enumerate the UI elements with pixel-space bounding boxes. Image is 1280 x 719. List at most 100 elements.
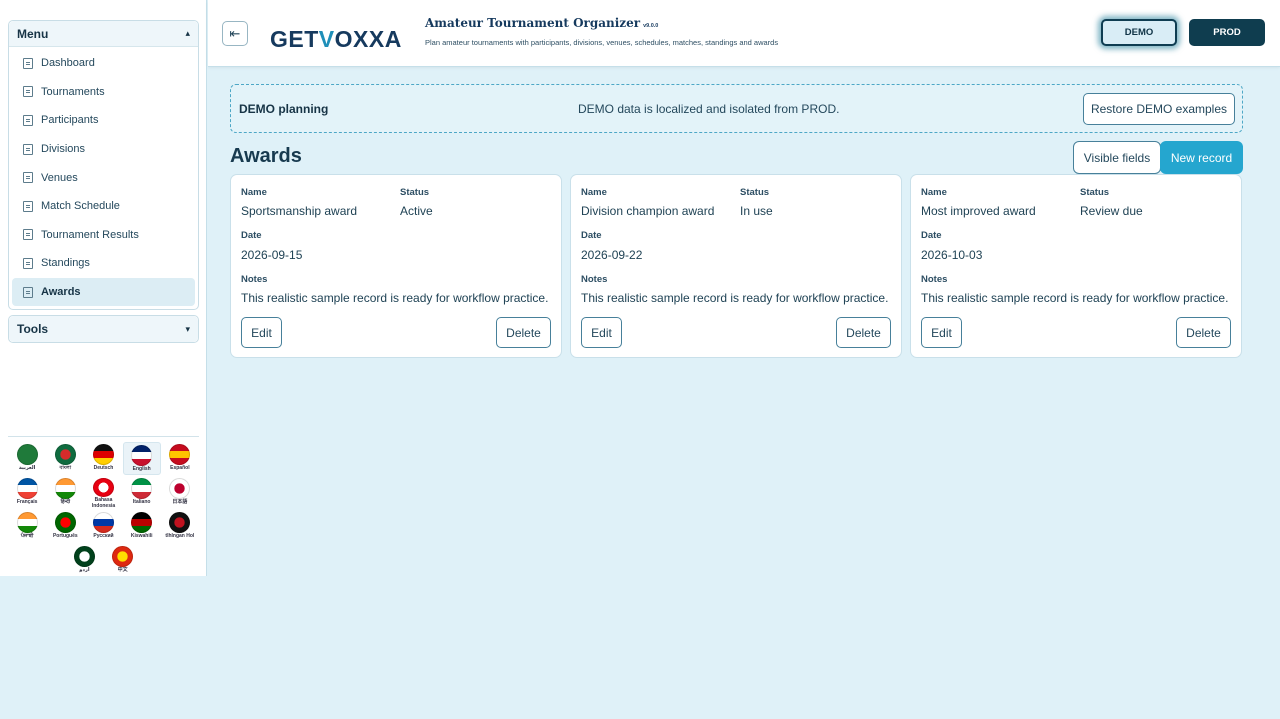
page-title: Awards <box>230 145 302 167</box>
name-label: Name <box>241 187 267 198</box>
sidebar-item-participants[interactable]: Participants <box>12 106 195 135</box>
language-option[interactable]: English <box>122 442 161 475</box>
language-option[interactable]: Français <box>8 476 46 509</box>
demo-env-button[interactable]: DEMO <box>1101 19 1177 46</box>
app-version: v9.0.0 <box>643 23 659 29</box>
language-name: Português <box>52 533 78 539</box>
date-label: Date <box>921 230 942 241</box>
delete-button[interactable]: Delete <box>496 317 551 348</box>
sidebar-toggle-button[interactable]: ⇤ <box>222 21 248 46</box>
delete-button[interactable]: Delete <box>1176 317 1231 348</box>
sidebar-item-label: Standings <box>41 257 90 270</box>
language-option[interactable]: Español <box>161 442 199 475</box>
language-name: বাংলা <box>59 465 72 471</box>
record-name: Most improved award <box>921 204 1036 218</box>
language-option[interactable]: Deutsch <box>84 442 122 475</box>
sidebar-item-label: Dashboard <box>41 57 95 70</box>
demo-banner: DEMO planning DEMO data is localized and… <box>230 84 1243 133</box>
language-selector: العربية বাংলা Deutsch English Español Françai… <box>8 436 199 578</box>
name-label: Name <box>581 187 607 198</box>
sidebar-item-venues[interactable]: Venues <box>12 163 195 192</box>
language-option[interactable]: Русский <box>84 510 122 543</box>
prod-env-button[interactable]: PROD <box>1189 19 1265 46</box>
sidebar-item-tournaments[interactable]: Tournaments <box>12 78 195 107</box>
language-name: العربية <box>18 465 36 471</box>
tools-title: Tools <box>17 322 49 336</box>
collapse-menu-icon: ⇤ <box>229 25 241 41</box>
language-name: Español <box>170 465 190 471</box>
language-name: हिन्दी <box>60 499 71 505</box>
sidebar-item-divisions[interactable]: Divisions <box>12 135 195 164</box>
language-option[interactable]: Kiswahili <box>123 510 161 543</box>
edit-button[interactable]: Edit <box>921 317 962 348</box>
restore-demo-button[interactable]: Restore DEMO examples <box>1083 93 1235 125</box>
language-name: English <box>132 466 151 472</box>
new-record-button[interactable]: New record <box>1160 141 1243 174</box>
language-option[interactable]: العربية <box>8 442 46 475</box>
record-notes: This realistic sample record is ready fo… <box>241 291 549 305</box>
language-name: Français <box>16 499 38 505</box>
document-icon <box>23 200 33 212</box>
language-option[interactable]: Bahasa Indonesia <box>84 476 122 509</box>
delete-button[interactable]: Delete <box>836 317 891 348</box>
sidebar-item-label: Tournament Results <box>41 228 139 241</box>
language-row: Français हिन्दी Bahasa Indonesia Italiano 日本… <box>8 476 199 509</box>
edit-button[interactable]: Edit <box>241 317 282 348</box>
sidebar-item-label: Participants <box>41 114 99 127</box>
status-label: Status <box>1080 187 1110 198</box>
language-option[interactable]: ਪੰਜਾਬੀ <box>8 510 46 543</box>
sidebar-item-awards[interactable]: Awards <box>12 277 195 307</box>
flag-icon <box>169 512 191 533</box>
sidebar-item-standings[interactable]: Standings <box>12 249 195 278</box>
status-label: Status <box>740 187 770 198</box>
flag-icon <box>93 444 114 465</box>
language-row: العربية বাংলা Deutsch English Español <box>8 442 199 475</box>
language-option[interactable]: Português <box>46 510 84 543</box>
record-date: 2026-09-15 <box>241 248 303 262</box>
visible-fields-button[interactable]: Visible fields <box>1073 141 1161 174</box>
language-name: Kiswahili <box>130 533 153 539</box>
notes-label: Notes <box>581 274 608 285</box>
record-name: Division champion award <box>581 204 715 218</box>
app-title-text: Amateur Tournament Organizer <box>425 16 641 30</box>
tools-panel-header[interactable]: Tools ▾ <box>9 316 198 342</box>
sidebar-item-tournament-results[interactable]: Tournament Results <box>12 221 195 250</box>
header: ⇤ GETVOXXA Amateur Tournament Organizer v… <box>208 0 1280 67</box>
record-card: Name Status Sportsmanship award Active D… <box>230 174 562 358</box>
notes-label: Notes <box>241 274 268 285</box>
sidebar-item-label: Divisions <box>41 143 86 156</box>
sidebar-item-label: Venues <box>41 171 78 184</box>
edit-button[interactable]: Edit <box>581 317 622 348</box>
language-name: اردو <box>79 567 90 573</box>
language-option[interactable]: বাংলা <box>46 442 84 475</box>
language-option[interactable]: 中文 <box>104 544 142 577</box>
record-status: In use <box>740 204 773 218</box>
document-icon <box>23 257 33 269</box>
sidebar-item-dashboard[interactable]: Dashboard <box>12 49 195 78</box>
flag-icon <box>93 512 114 533</box>
notes-label: Notes <box>921 274 948 285</box>
language-name: Deutsch <box>93 465 114 471</box>
record-notes: This realistic sample record is ready fo… <box>581 291 889 305</box>
record-card: Name Status Division champion award In u… <box>570 174 902 358</box>
logo-text-v: V <box>318 26 335 52</box>
sidebar-item-label: Awards <box>41 286 81 299</box>
sidebar: Menu ▴ Dashboard Tournaments Participant… <box>0 0 207 576</box>
language-name: Bahasa Indonesia <box>91 497 116 509</box>
flag-icon <box>169 444 191 465</box>
language-option[interactable]: اردو <box>65 544 103 577</box>
flag-icon <box>16 444 38 465</box>
flag-icon <box>112 546 134 567</box>
language-option[interactable]: 日本語 <box>161 476 199 509</box>
language-name: 中文 <box>117 567 128 573</box>
language-option[interactable]: tlhIngan Hol <box>161 510 199 543</box>
language-option[interactable]: हिन्दी <box>46 476 84 509</box>
sidebar-item-match-schedule[interactable]: Match Schedule <box>12 192 195 221</box>
language-row: ਪੰਜਾਬੀ Português Русский Kiswahili tlhIngan … <box>8 510 199 543</box>
date-label: Date <box>581 230 602 241</box>
language-name: Italiano <box>132 499 151 505</box>
chevron-up-icon: ▴ <box>185 28 190 38</box>
flag-icon <box>131 512 153 533</box>
language-option[interactable]: Italiano <box>123 476 161 509</box>
menu-panel-header[interactable]: Menu ▴ <box>9 21 198 47</box>
